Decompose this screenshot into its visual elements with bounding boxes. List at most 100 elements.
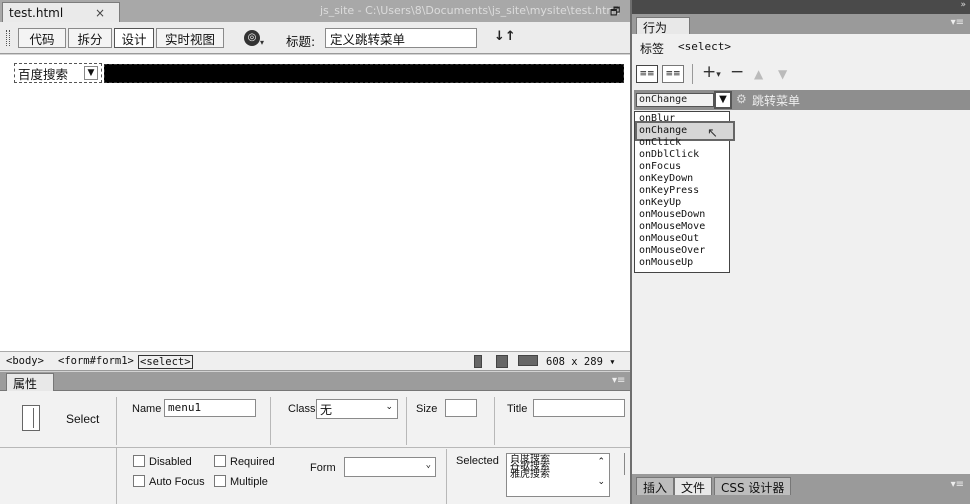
tab-insert[interactable]: 插入 — [636, 477, 675, 495]
add-behavior-icon[interactable]: +▾ — [702, 62, 721, 82]
restore-window-icon[interactable]: 🗗 — [610, 3, 624, 18]
dreamweaver-window: test.html × js_site - C:\Users\8\Documen… — [0, 0, 970, 504]
title-label: 标题: — [286, 34, 316, 49]
properties-header: 属性 ▾≡ — [0, 372, 630, 391]
live-view-button[interactable]: 实时视图 — [156, 28, 224, 48]
panel-collapse-strip[interactable]: » — [632, 0, 970, 14]
event-option[interactable]: onDblClick — [639, 149, 699, 161]
behavior-row[interactable]: onChange ▼ ⚙ 跳转菜单 — [634, 90, 970, 110]
name-field[interactable]: menu1 — [164, 399, 256, 417]
globe-icon[interactable]: ◎ — [244, 30, 260, 46]
event-option[interactable]: onKeyPress — [639, 185, 699, 197]
desktop-size-icon[interactable] — [518, 355, 538, 366]
panel-menu-icon[interactable]: ▾≡ — [612, 375, 625, 386]
divider — [692, 64, 693, 84]
tab-css-designer[interactable]: CSS 设计器 — [714, 477, 792, 495]
split-view-button[interactable]: 拆分 — [68, 28, 112, 48]
collapse-icon[interactable]: » — [960, 0, 966, 10]
tag-value: <select> — [678, 40, 731, 53]
autofocus-checkbox[interactable] — [133, 475, 145, 487]
selected-option[interactable]: 雅虎搜索 — [510, 470, 606, 480]
event-option[interactable]: onMouseOver — [639, 245, 705, 257]
chevron-down-icon: ⌄ — [385, 402, 393, 412]
window-size-readout[interactable]: 608 x 289 ▾ — [546, 356, 616, 368]
document-tab[interactable]: test.html × — [2, 2, 120, 22]
event-option[interactable]: onMouseMove — [639, 221, 705, 233]
tablet-size-icon[interactable] — [496, 355, 508, 368]
chevron-down-icon[interactable]: ▾ — [260, 38, 264, 47]
divider — [406, 397, 407, 445]
show-set-events-icon[interactable]: ≡≡ — [636, 65, 658, 83]
selected-listbox[interactable]: 百度搜索 谷歌搜索 雅虎搜索 ⌃ ⌄ — [506, 453, 610, 497]
document-tab-label: test.html — [9, 5, 64, 20]
phone-size-icon[interactable] — [474, 355, 482, 368]
move-down-icon[interactable]: ▼ — [778, 67, 787, 81]
form-label: Form — [310, 462, 336, 474]
design-view-canvas[interactable]: 百度搜索 ▼ — [0, 55, 630, 351]
divider — [0, 447, 630, 448]
chevron-up-icon[interactable]: ⌃ — [597, 458, 605, 467]
panel-menu-icon[interactable]: ▾≡ — [951, 17, 964, 28]
tag-form[interactable]: <form#form1> — [58, 355, 134, 367]
multiple-checkbox[interactable] — [214, 475, 226, 487]
multiple-label: Multiple — [230, 476, 268, 488]
event-option[interactable]: onMouseUp — [639, 257, 693, 269]
autofocus-label: Auto Focus — [149, 476, 205, 488]
panel-menu-icon[interactable]: ▾≡ — [951, 479, 964, 490]
class-label: Class — [288, 403, 316, 415]
divider — [270, 397, 271, 445]
disabled-checkbox[interactable] — [133, 455, 145, 467]
required-label: Required — [230, 456, 275, 468]
size-label: Size — [416, 403, 438, 415]
behaviors-panel: 标签 <select> ≡≡ ≡≡ +▾ − ▲ ▼ onChange ▼ ⚙ … — [632, 34, 970, 474]
size-field[interactable] — [445, 399, 477, 417]
behaviors-header: 行为 ▾≡ — [632, 14, 970, 35]
event-option[interactable]: onKeyUp — [639, 197, 681, 209]
class-select[interactable]: 无 ⌄ — [316, 399, 398, 419]
event-option[interactable]: onFocus — [639, 161, 681, 173]
show-all-events-icon[interactable]: ≡≡ — [662, 65, 684, 83]
tab-files[interactable]: 文件 — [674, 477, 713, 495]
redacted-content-bar — [104, 64, 624, 83]
event-select[interactable]: onChange — [636, 93, 714, 107]
disabled-label: Disabled — [149, 456, 192, 468]
event-option[interactable]: onChange — [639, 125, 687, 137]
tag-select[interactable]: <select> — [138, 355, 193, 369]
required-checkbox[interactable] — [214, 455, 226, 467]
window-path: js_site - C:\Users\8\Documents\js_site\m… — [320, 4, 621, 17]
event-option[interactable]: onMouseDown — [639, 209, 705, 221]
tag-selector-bar: <body> <form#form1> <select> 608 x 289 ▾ — [0, 351, 630, 371]
bottom-panel-tabs: 插入 文件 CSS 设计器 ▾≡ — [632, 474, 970, 504]
properties-tab[interactable]: 属性 — [6, 373, 54, 391]
event-option[interactable]: onKeyDown — [639, 173, 693, 185]
chevron-down-icon[interactable]: ⌄ — [597, 478, 605, 487]
move-up-icon[interactable]: ▲ — [754, 67, 763, 81]
event-option[interactable]: onClick — [639, 137, 681, 149]
file-management-icon[interactable]: ↓↑ — [494, 29, 516, 44]
behaviors-tab[interactable]: 行为 — [636, 17, 690, 35]
design-view-button[interactable]: 设计 — [114, 28, 154, 48]
event-option[interactable]: onBlur — [639, 113, 675, 125]
chevron-down-icon: ⌄ — [425, 460, 431, 470]
gear-icon: ⚙ — [736, 92, 747, 106]
event-option[interactable]: onMouseOut — [639, 233, 699, 245]
mouse-pointer-icon: ↖ — [707, 126, 718, 141]
chevron-down-icon[interactable]: ▼ — [714, 91, 732, 109]
code-view-button[interactable]: 代码 — [18, 28, 66, 48]
close-tab-icon[interactable]: × — [95, 6, 105, 20]
event-dropdown-list: onBlur onChange onClick onDblClick onFoc… — [634, 111, 735, 273]
form-select[interactable]: ⌄ — [344, 457, 436, 477]
tag-body[interactable]: <body> — [6, 355, 44, 367]
select-element-icon — [22, 405, 40, 431]
chevron-down-icon[interactable]: ▼ — [84, 66, 98, 80]
document-tab-bar: test.html × js_site - C:\Users\8\Documen… — [0, 0, 630, 22]
remove-behavior-icon[interactable]: − — [730, 62, 744, 82]
document-panel: test.html × js_site - C:\Users\8\Documen… — [0, 0, 630, 504]
divider — [494, 397, 495, 445]
title-input[interactable] — [325, 28, 477, 48]
behavior-action-name[interactable]: 跳转菜单 — [752, 92, 800, 109]
divider — [116, 397, 117, 445]
toolbar-grip-icon[interactable] — [6, 30, 10, 46]
title-attr-field[interactable] — [533, 399, 625, 417]
jump-menu-select[interactable]: 百度搜索 ▼ — [14, 63, 102, 83]
